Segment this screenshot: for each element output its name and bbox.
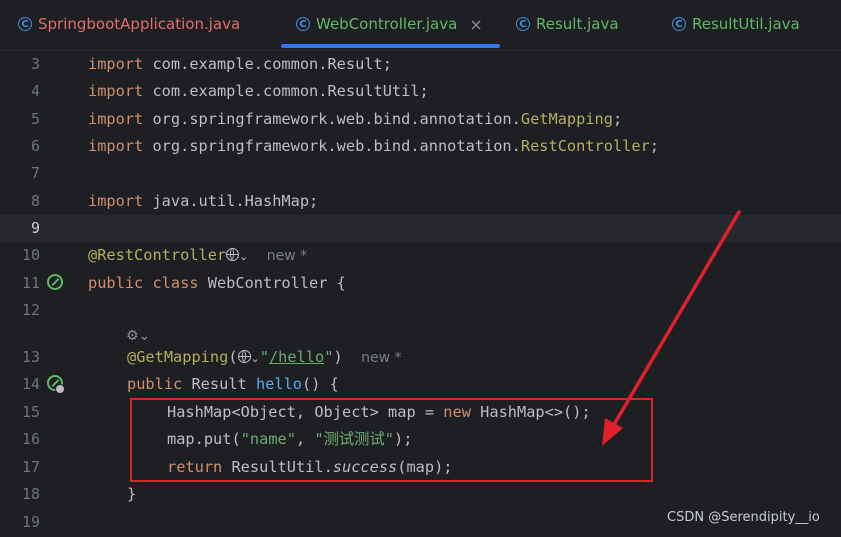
arrow-shaft <box>610 210 741 430</box>
watermark: CSDN @Serendipity__io <box>667 510 820 525</box>
annotation-arrow <box>602 210 741 446</box>
arrow-head <box>602 418 623 446</box>
